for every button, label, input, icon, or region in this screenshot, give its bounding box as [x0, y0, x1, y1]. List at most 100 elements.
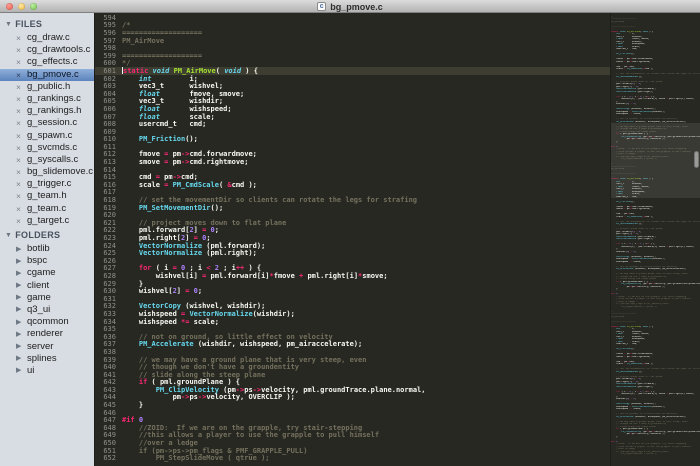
- code-text: PM_Accelerate (wishdir, wishspeed, pm_ai…: [122, 340, 362, 348]
- file-name-label: cg_effects.c: [27, 56, 78, 67]
- sidebar-folder-bspc[interactable]: ▶bspc: [0, 255, 94, 267]
- sidebar-folder-client[interactable]: ▶client: [0, 280, 94, 292]
- sidebar-file-cg_drawtools.c[interactable]: ×cg_drawtools.c: [0, 44, 94, 56]
- sidebar-folder-server[interactable]: ▶server: [0, 341, 94, 353]
- folder-triangle-icon: ▶: [16, 294, 21, 301]
- close-file-icon[interactable]: ×: [16, 166, 21, 178]
- sidebar-folder-qcommon[interactable]: ▶qcommon: [0, 316, 94, 328]
- sidebar-file-cg_effects.c[interactable]: × cg_effects.c: [0, 56, 94, 68]
- code-line[interactable]: 597PM_AirMove: [95, 37, 610, 45]
- files-section-heading[interactable]: ▼ FILES: [0, 16, 94, 32]
- code-text: PM_Friction();: [122, 135, 198, 143]
- sidebar-file-g_spawn.c[interactable]: ×g_spawn.c: [0, 130, 94, 142]
- titlebar[interactable]: c bg_pmove.c: [0, 0, 700, 13]
- close-file-icon[interactable]: ×: [16, 81, 21, 93]
- sidebar-file-g_rankings.h[interactable]: ×g_rankings.h: [0, 105, 94, 117]
- open-files-list: ×cg_draw.c×cg_drawtools.c×cg_effects.c×b…: [0, 32, 94, 227]
- sidebar-folder-cgame[interactable]: ▶ cgame: [0, 267, 94, 279]
- minimap-line: wishvel[i] = pml.forward[i]*fmove + pml.…: [611, 393, 700, 396]
- code-line[interactable]: 613 smove = pm->cmd.rightmove;: [95, 158, 610, 166]
- folder-triangle-icon: ▶: [16, 270, 21, 277]
- close-file-icon[interactable]: ×: [16, 190, 21, 202]
- code-line[interactable]: 625 VectorNormalize (pml.right);: [95, 249, 610, 257]
- file-name-label: bg_slidemove.c: [27, 166, 93, 177]
- sidebar-file-g_team.c[interactable]: ×g_team.c: [0, 203, 94, 215]
- sidebar-folder-game[interactable]: ▶ game: [0, 292, 94, 304]
- sidebar-folder-renderer[interactable]: ▶renderer: [0, 328, 94, 340]
- folders-section-heading[interactable]: ▼ FOLDERS: [0, 227, 94, 243]
- close-file-icon[interactable]: ×: [16, 105, 21, 117]
- code-line[interactable]: 608 usercmd_t cmd;: [95, 120, 610, 128]
- folder-name-label: renderer: [27, 328, 63, 339]
- code-line[interactable]: 634 wishspeed *= scale;: [95, 318, 610, 326]
- sidebar-file-bg_pmove.c[interactable]: × bg_pmove.c: [0, 69, 94, 81]
- sidebar-folder-splines[interactable]: ▶splines: [0, 353, 94, 365]
- close-file-icon[interactable]: ×: [16, 93, 21, 105]
- collapse-triangle-icon: ▼: [5, 21, 12, 28]
- folder-name-label: cgame: [27, 267, 56, 278]
- sidebar-file-g_session.c[interactable]: × g_session.c: [0, 117, 94, 129]
- code-text: PM_AirMove: [122, 37, 164, 45]
- code-line[interactable]: 652 PM_StepSlideMove ( qtrue );: [95, 454, 610, 462]
- sidebar-folder-botlib[interactable]: ▶botlib: [0, 243, 94, 255]
- file-name-label: bg_pmove.c: [27, 69, 79, 80]
- close-file-icon[interactable]: ×: [16, 117, 21, 129]
- code-line[interactable]: 646: [95, 409, 610, 417]
- code-editor[interactable]: 594595/*596===================597PM_AirM…: [95, 13, 610, 466]
- code-line[interactable]: 610 PM_Friction();: [95, 136, 610, 144]
- minimap[interactable]: /*===================PM_AirMove=========…: [610, 13, 700, 466]
- code-line[interactable]: 644 pm->ps->velocity, OVERCLIP );: [95, 394, 610, 402]
- folder-triangle-icon: ▶: [16, 306, 21, 313]
- close-file-icon[interactable]: ×: [16, 142, 21, 154]
- folder-name-label: ui: [27, 365, 34, 376]
- code-text: VectorNormalize (pml.right);: [122, 249, 257, 257]
- folder-name-label: game: [27, 292, 51, 303]
- code-line[interactable]: 645 }: [95, 401, 610, 409]
- close-file-icon[interactable]: ×: [16, 32, 21, 44]
- code-line[interactable]: 619 PM_SetMovementDir();: [95, 204, 610, 212]
- close-file-icon[interactable]: ×: [16, 178, 21, 190]
- sidebar-file-cg_draw.c[interactable]: ×cg_draw.c: [0, 32, 94, 44]
- minimap-line: wishvel[i] = pml.forward[i]*fmove + pml.…: [611, 98, 700, 101]
- close-file-icon[interactable]: ×: [16, 69, 21, 81]
- close-file-icon[interactable]: ×: [16, 44, 21, 56]
- close-file-icon[interactable]: ×: [16, 154, 21, 166]
- sidebar-file-g_svcmds.c[interactable]: × g_svcmds.c: [0, 142, 94, 154]
- sidebar-file-bg_slidemove.c[interactable]: × bg_slidemove.c: [0, 166, 94, 178]
- code-text: scale = PM_CmdScale( &cmd );: [122, 181, 257, 189]
- scrollbar-thumb[interactable]: [694, 151, 699, 168]
- file-name-label: g_svcmds.c: [27, 142, 77, 153]
- code-line[interactable]: 637 PM_Accelerate (wishdir, wishspeed, p…: [95, 341, 610, 349]
- window-title: c bg_pmove.c: [0, 0, 700, 13]
- code-line[interactable]: 628 wishvel[i] = pml.forward[i]*fmove + …: [95, 272, 610, 280]
- code-line[interactable]: 616 scale = PM_CmdScale( &cmd );: [95, 181, 610, 189]
- minimap-line: wishvel[i] = pml.forward[i]*fmove + pml.…: [611, 246, 700, 249]
- file-name-label: g_rankings.c: [27, 93, 81, 104]
- sidebar-file-g_trigger.c[interactable]: × g_trigger.c: [0, 178, 94, 190]
- sidebar-file-g_team.h[interactable]: ×g_team.h: [0, 190, 94, 202]
- file-name-label: g_trigger.c: [27, 178, 71, 189]
- sidebar-file-g_rankings.c[interactable]: × g_rankings.c: [0, 93, 94, 105]
- code-line[interactable]: 596===================: [95, 29, 610, 37]
- c-file-icon: c: [317, 2, 326, 11]
- code-line[interactable]: 594: [95, 14, 610, 22]
- close-file-icon[interactable]: ×: [16, 203, 21, 215]
- sidebar-file-g_target.c[interactable]: ×g_target.c: [0, 215, 94, 227]
- folder-triangle-icon: ▶: [16, 319, 21, 326]
- folder-name-label: botlib: [27, 243, 50, 254]
- code-line[interactable]: 630 wishvel[2] = 0;: [95, 287, 610, 295]
- close-file-icon[interactable]: ×: [16, 56, 21, 68]
- sidebar-folder-ui[interactable]: ▶ui: [0, 365, 94, 377]
- sidebar-file-g_syscalls.c[interactable]: ×g_syscalls.c: [0, 154, 94, 166]
- folder-name-label: splines: [27, 353, 57, 364]
- close-file-icon[interactable]: ×: [16, 215, 21, 227]
- line-number[interactable]: 652: [95, 454, 122, 462]
- code-text: pm->ps->velocity, OVERCLIP );: [122, 393, 295, 401]
- close-file-icon[interactable]: ×: [16, 130, 21, 142]
- file-name-label: g_session.c: [27, 117, 77, 128]
- folder-name-label: client: [27, 280, 49, 291]
- minimap-viewport[interactable]: [611, 123, 700, 198]
- code-line[interactable]: 599===================: [95, 52, 610, 60]
- sidebar-file-g_public.h[interactable]: ×g_public.h: [0, 81, 94, 93]
- sidebar-folder-q3_ui[interactable]: ▶q3_ui: [0, 304, 94, 316]
